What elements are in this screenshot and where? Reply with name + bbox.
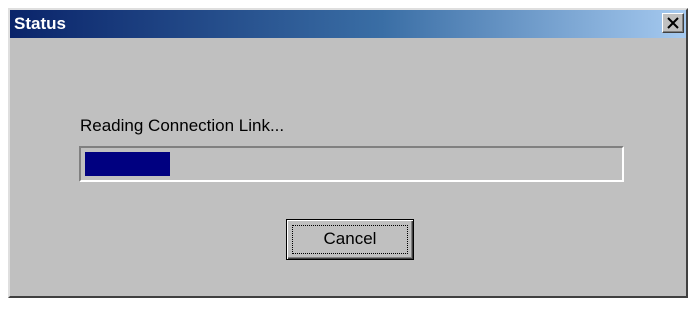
cancel-button[interactable]: Cancel xyxy=(286,219,414,260)
status-message: Reading Connection Link... xyxy=(80,116,285,135)
progress-bar xyxy=(79,146,624,182)
window-title: Status xyxy=(14,14,66,33)
cancel-label: Cancel xyxy=(323,229,377,248)
progress-fill xyxy=(85,152,170,176)
title-bar[interactable]: Status xyxy=(10,10,686,38)
close-button[interactable] xyxy=(662,13,684,33)
status-dialog: Status Reading Connection Link... Cancel xyxy=(8,8,688,298)
close-icon xyxy=(667,17,679,29)
